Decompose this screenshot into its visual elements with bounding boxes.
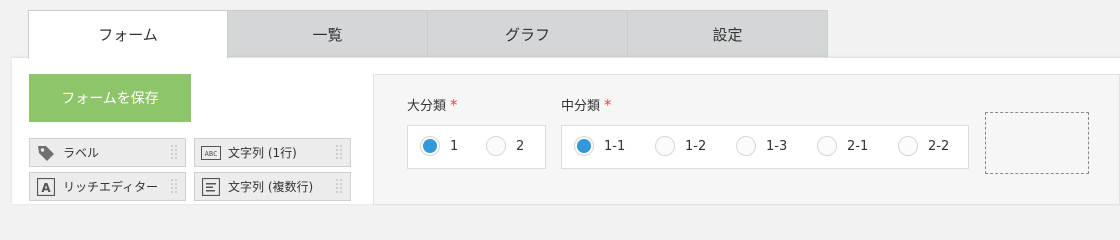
drag-handle-icon[interactable] <box>334 177 344 197</box>
palette-item-text: リッチエディター <box>63 180 159 194</box>
drag-handle-icon[interactable] <box>334 143 344 163</box>
svg-text:A: A <box>41 181 51 195</box>
radio-group-middle-category: 1-1 1-2 1-3 2-1 2-2 <box>561 125 969 169</box>
radio-option[interactable]: 1-1 <box>574 136 625 156</box>
field-label-text: 大分類 <box>407 99 447 114</box>
palette-item-label[interactable]: ラベル <box>29 138 186 167</box>
palette-item-single-line-text[interactable]: ABC 文字列 (1行) <box>194 138 351 167</box>
palette-item-text: 文字列 (1行) <box>228 146 297 160</box>
radio-option-label: 1 <box>450 138 459 154</box>
svg-text:ABC: ABC <box>205 150 218 158</box>
field-label-major-category: 大分類 * <box>407 95 458 114</box>
rich-editor-icon: A <box>35 176 57 198</box>
radio-option[interactable]: 1-2 <box>655 136 706 156</box>
radio-option-label: 1-3 <box>766 138 788 154</box>
radio-button[interactable] <box>655 136 675 156</box>
radio-option[interactable]: 2-2 <box>898 136 949 156</box>
tab-list[interactable]: 一覧 <box>228 10 428 58</box>
palette-item-text: 文字列 (複数行) <box>228 180 314 194</box>
radio-option-label: 1-1 <box>604 138 626 154</box>
tab-bar: フォーム 一覧 グラフ 設定 <box>28 10 828 59</box>
required-mark: * <box>450 96 458 114</box>
drag-handle-icon[interactable] <box>169 143 179 163</box>
tab-settings[interactable]: 設定 <box>628 10 828 58</box>
tab-form[interactable]: フォーム <box>28 10 228 59</box>
save-form-button[interactable]: フォームを保存 <box>29 74 191 122</box>
form-editor-panel: フォームを保存 ラベル ABC 文字列 (1行) A リッチエディター 文字列 … <box>12 57 1120 205</box>
multiline-text-icon <box>200 176 222 198</box>
radio-option[interactable]: 2-1 <box>817 136 868 156</box>
radio-button[interactable] <box>486 136 506 156</box>
radio-option-label: 1-2 <box>685 138 707 154</box>
radio-button[interactable] <box>736 136 756 156</box>
radio-option[interactable]: 2 <box>486 136 524 156</box>
field-drop-placeholder[interactable] <box>985 112 1089 174</box>
radio-option-label: 2-1 <box>847 138 869 154</box>
required-mark: * <box>604 96 612 114</box>
tab-graph[interactable]: グラフ <box>428 10 628 58</box>
radio-button[interactable] <box>898 136 918 156</box>
field-label-text: 中分類 <box>561 99 601 114</box>
abc-text-icon: ABC <box>200 142 222 164</box>
tag-icon <box>35 142 57 164</box>
palette-item-multi-line-text[interactable]: 文字列 (複数行) <box>194 172 351 201</box>
drag-handle-icon[interactable] <box>169 177 179 197</box>
radio-option-label: 2-2 <box>928 138 950 154</box>
radio-option[interactable]: 1 <box>420 136 458 156</box>
field-label-middle-category: 中分類 * <box>561 95 612 114</box>
radio-button[interactable] <box>574 136 594 156</box>
radio-button[interactable] <box>817 136 837 156</box>
palette-item-text: ラベル <box>63 146 100 160</box>
radio-button[interactable] <box>420 136 440 156</box>
radio-option-label: 2 <box>516 138 525 154</box>
radio-group-major-category: 1 2 <box>407 125 546 169</box>
radio-option[interactable]: 1-3 <box>736 136 787 156</box>
form-layout-area[interactable]: 大分類 * 1 2 中分類 * 1-1 1-2 1-3 2-1 2-2 <box>373 74 1120 205</box>
palette-item-rich-editor[interactable]: A リッチエディター <box>29 172 186 201</box>
